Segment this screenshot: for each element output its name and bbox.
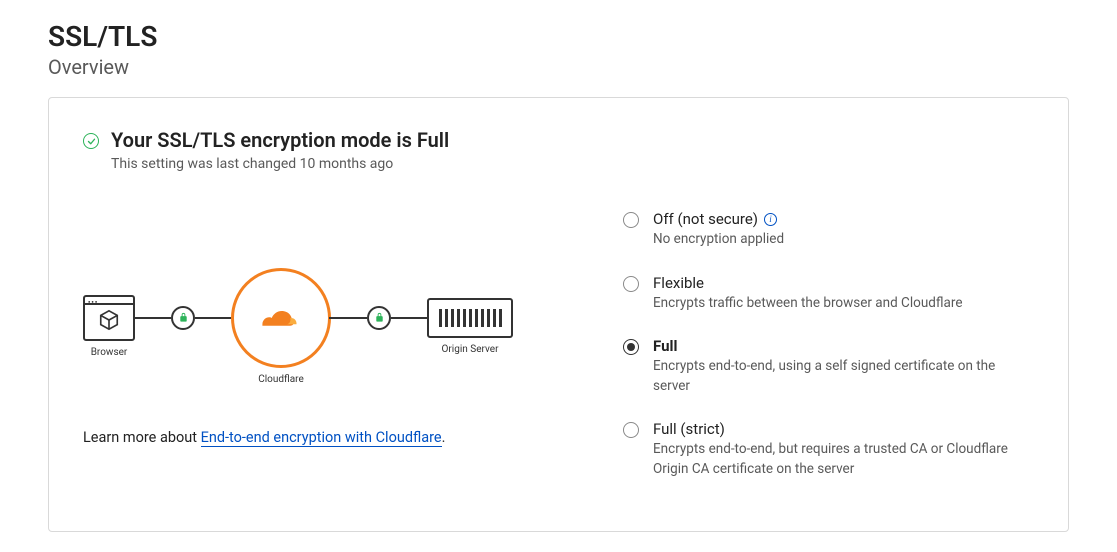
- origin-node: Origin Server: [427, 298, 513, 355]
- lock-icon: [367, 306, 391, 330]
- option-desc: Encrypts end-to-end, but requires a trus…: [653, 440, 1034, 479]
- ssl-options: Off (not secure) i No encryption applied…: [623, 210, 1034, 503]
- option-label: Full: [653, 337, 1034, 355]
- info-icon[interactable]: i: [764, 213, 777, 226]
- lock-icon: [171, 306, 195, 330]
- option-label: Flexible: [653, 274, 963, 292]
- option-flexible[interactable]: Flexible Encrypts traffic between the br…: [623, 274, 1034, 314]
- option-full-strict[interactable]: Full (strict) Encrypts end-to-end, but r…: [623, 420, 1034, 479]
- origin-label: Origin Server: [442, 344, 499, 355]
- status-subtext: This setting was last changed 10 months …: [111, 156, 449, 172]
- option-label-text: Off (not secure): [653, 210, 758, 228]
- cloudflare-label: Cloudflare: [258, 374, 304, 385]
- radio-button[interactable]: [623, 212, 639, 228]
- status-heading: Your SSL/TLS encryption mode is Full: [111, 128, 449, 152]
- browser-node: ●●● Browser: [83, 295, 135, 358]
- learn-more-prefix: Learn more about: [83, 429, 201, 446]
- option-label-text: Full (strict): [653, 420, 725, 438]
- page-subtitle: Overview: [48, 55, 1069, 79]
- status-row: Your SSL/TLS encryption mode is Full Thi…: [83, 128, 1034, 172]
- option-label: Full (strict): [653, 420, 1034, 438]
- encryption-diagram: ●●● Browser: [83, 268, 563, 385]
- radio-button[interactable]: [623, 339, 639, 355]
- browser-icon: ●●●: [83, 295, 135, 341]
- radio-button[interactable]: [623, 422, 639, 438]
- option-label-text: Full: [653, 337, 677, 355]
- option-off[interactable]: Off (not secure) i No encryption applied: [623, 210, 1034, 250]
- cloudflare-icon: [231, 268, 331, 368]
- learn-more-link[interactable]: End-to-end encryption with Cloudflare: [201, 429, 442, 447]
- server-icon: [427, 298, 513, 338]
- check-circle-icon: [83, 133, 99, 149]
- learn-more-suffix: .: [442, 429, 446, 446]
- option-full[interactable]: Full Encrypts end-to-end, using a self s…: [623, 337, 1034, 396]
- option-desc: No encryption applied: [653, 230, 784, 250]
- connector-left: [133, 306, 233, 348]
- cloudflare-node: Cloudflare: [231, 268, 331, 385]
- page-title: SSL/TLS: [48, 20, 1069, 53]
- ssl-mode-card: Your SSL/TLS encryption mode is Full Thi…: [48, 97, 1069, 532]
- option-desc: Encrypts end-to-end, using a self signed…: [653, 357, 1034, 396]
- option-label: Off (not secure) i: [653, 210, 784, 228]
- option-desc: Encrypts traffic between the browser and…: [653, 294, 963, 314]
- browser-label: Browser: [91, 347, 128, 358]
- radio-button[interactable]: [623, 276, 639, 292]
- learn-more: Learn more about End-to-end encryption w…: [83, 429, 563, 446]
- option-label-text: Flexible: [653, 274, 704, 292]
- connector-right: [329, 306, 429, 348]
